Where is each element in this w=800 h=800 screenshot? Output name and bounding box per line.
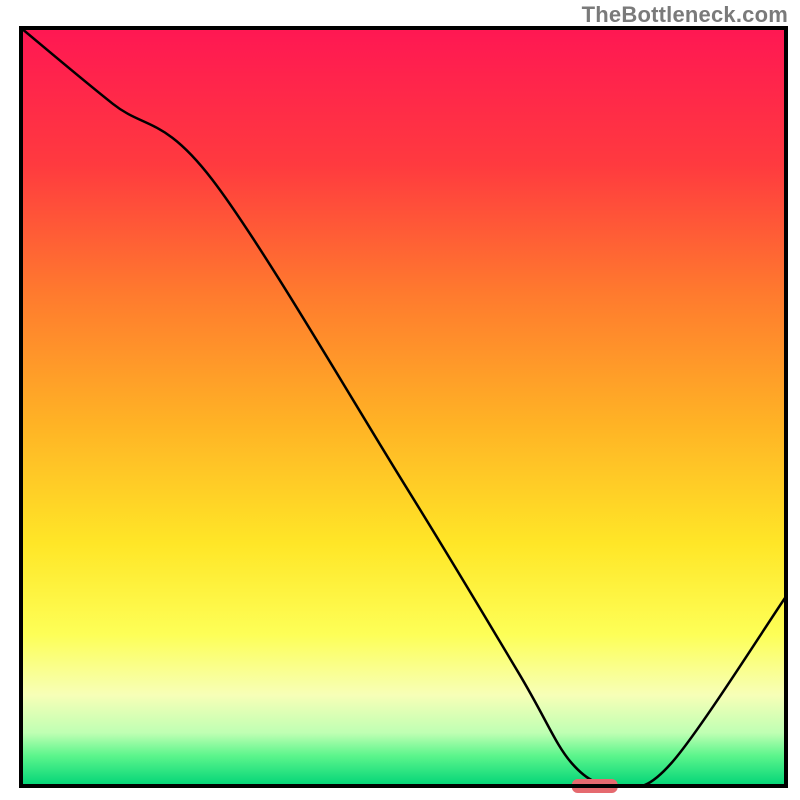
- chart-container: { "watermark": "TheBottleneck.com", "cha…: [0, 0, 800, 800]
- bottleneck-chart: [0, 0, 800, 800]
- watermark-text: TheBottleneck.com: [582, 2, 788, 28]
- plot-background: [21, 28, 786, 786]
